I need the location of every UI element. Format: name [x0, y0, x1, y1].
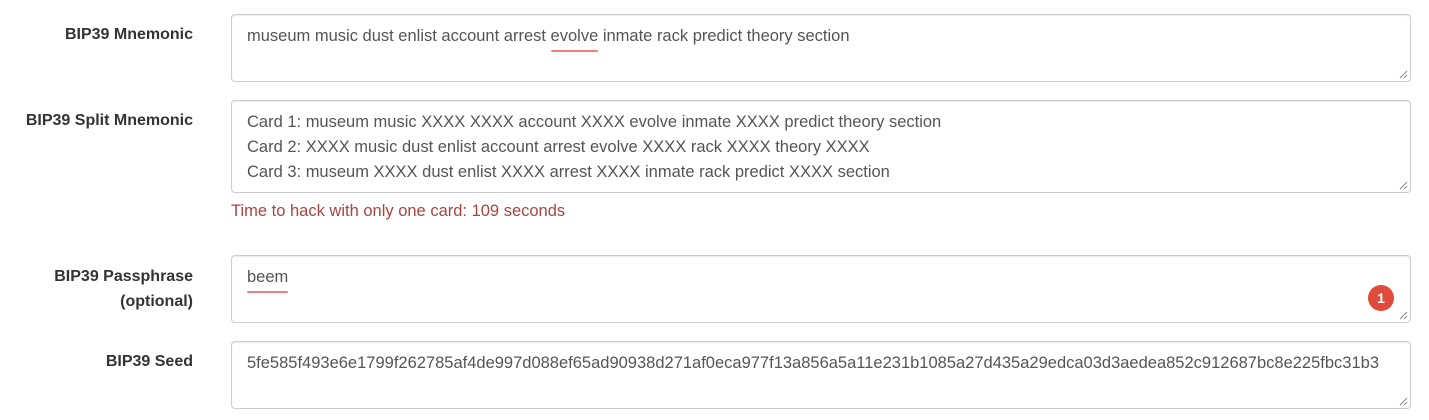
resize-grip-icon[interactable]	[1397, 395, 1408, 406]
split-mnemonic-warning: Time to hack with only one card: 109 sec…	[231, 202, 566, 220]
mnemonic-label: BIP39 Mnemonic	[64, 26, 193, 43]
bip39-form: BIP39 Mnemonic museum music dust enlist …	[0, 0, 1429, 420]
seed-value: 5fe585f493e6e1799f262785af4de997d088ef65…	[247, 354, 1379, 372]
split-mnemonic-label: BIP39 Split Mnemonic	[25, 112, 193, 129]
extension-badge[interactable]: 1	[1368, 285, 1394, 311]
mnemonic-text-before: museum music dust enlist account arrest	[247, 27, 551, 45]
resize-grip-icon[interactable]	[1397, 68, 1408, 79]
mnemonic-textarea[interactable]: museum music dust enlist account arrest …	[231, 14, 1411, 82]
split-card-line: Card 3: museum XXXX dust enlist XXXX arr…	[247, 163, 890, 181]
passphrase-label: BIP39 Passphrase (optional)	[54, 268, 193, 310]
split-mnemonic-textarea[interactable]: Card 1: museum music XXXX XXXX account X…	[231, 100, 1411, 193]
split-card-line: Card 2: XXXX music dust enlist account a…	[247, 138, 870, 156]
seed-label: BIP39 Seed	[105, 353, 193, 370]
seed-textarea[interactable]: 5fe585f493e6e1799f262785af4de997d088ef65…	[231, 341, 1411, 409]
split-card-line: Card 1: museum music XXXX XXXX account X…	[247, 113, 942, 131]
mnemonic-text-after: inmate rack predict theory section	[598, 27, 850, 45]
resize-grip-icon[interactable]	[1397, 309, 1408, 320]
passphrase-textarea[interactable]: beem 1	[231, 255, 1411, 323]
passphrase-value: beem	[247, 265, 289, 293]
resize-grip-icon[interactable]	[1397, 179, 1408, 190]
spellcheck-misspelled-word: evolve	[550, 24, 598, 52]
